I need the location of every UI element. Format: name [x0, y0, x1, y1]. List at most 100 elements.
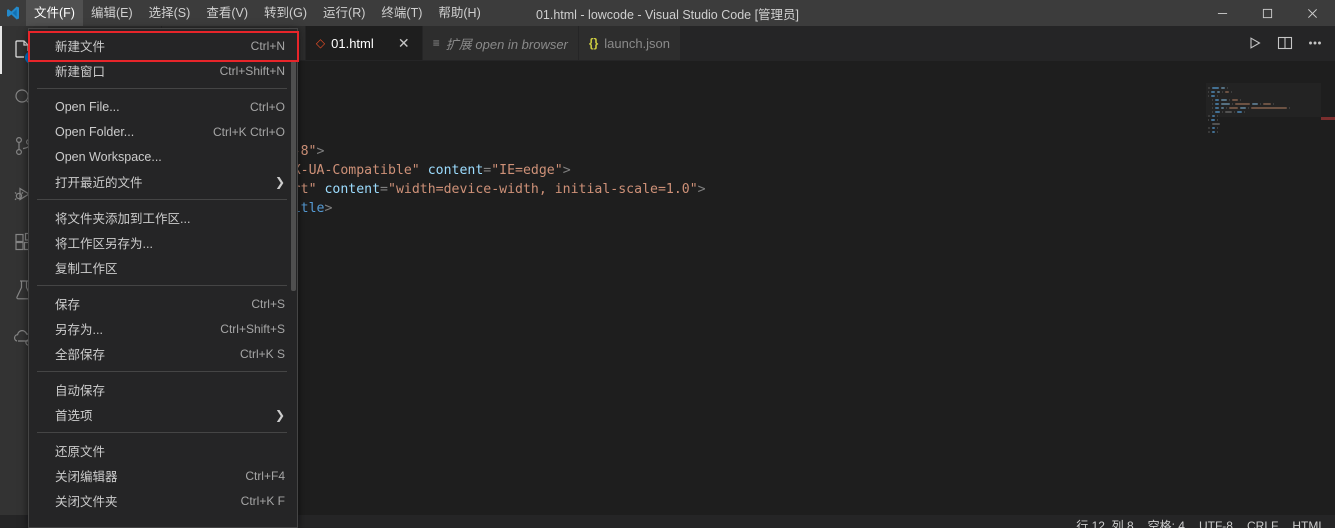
menu-item-label: 关闭文件夹: [55, 495, 118, 509]
more-actions-button[interactable]: [1301, 26, 1329, 61]
menu-item-12[interactable]: 保存 Ctrl+S: [29, 291, 297, 316]
minimap-segment: [1231, 99, 1239, 101]
menu-item-5[interactable]: Open Workspace...: [29, 144, 297, 169]
menu-item-0[interactable]: 新建文件 Ctrl+N: [29, 33, 297, 58]
status-language-mode[interactable]: HTML: [1292, 515, 1325, 528]
play-icon: [1250, 37, 1261, 49]
minimap-segment: [1233, 111, 1236, 113]
minimap-segment: [1212, 103, 1213, 105]
menu-item-6[interactable]: 打开最近的文件 ❯: [29, 169, 297, 194]
menu-separator: [37, 88, 287, 89]
tab-01-html[interactable]: ◇ 01.html ✕: [305, 26, 423, 60]
minimap-segment: [1208, 115, 1210, 117]
menu-item-14[interactable]: 全部保存 Ctrl+K S: [29, 341, 297, 366]
menu-item-9[interactable]: 将工作区另存为...: [29, 230, 297, 255]
minimap-segment: [1237, 111, 1242, 113]
minimap-segment: [1260, 103, 1262, 105]
status-indentation[interactable]: 空格: 4: [1148, 515, 1185, 528]
close-icon[interactable]: ✕: [396, 35, 412, 51]
menu-item-label: 自动保存: [55, 384, 106, 398]
menu-item-3[interactable]: Open File... Ctrl+O: [29, 94, 297, 119]
tab-label: 扩展 open in browser: [445, 36, 568, 52]
minimap-segment: [1243, 111, 1245, 113]
minimap-segment: [1212, 123, 1221, 125]
status-cursor-position[interactable]: 行 12, 列 8: [1076, 515, 1133, 528]
minimap-segment: [1230, 91, 1232, 93]
split-editor-icon: [1277, 36, 1293, 50]
vscode-window: 文件(F) 编辑(E) 选择(S) 查看(V) 转到(G) 运行(R) 终端(T…: [0, 0, 1335, 528]
minimap-segment: [1226, 107, 1228, 109]
menu-item-8[interactable]: 将文件夹添加到工作区...: [29, 205, 297, 230]
code-token: content: [427, 163, 484, 178]
minimize-icon[interactable]: [1200, 0, 1245, 26]
menu-item-19[interactable]: 还原文件: [29, 438, 297, 463]
menu-item-label: 另存为...: [55, 323, 103, 337]
menu-item-shortcut: Ctrl+K Ctrl+O: [212, 124, 285, 139]
menu-separator: [37, 285, 287, 286]
maximize-icon[interactable]: [1245, 0, 1290, 26]
minimap-segment: [1220, 87, 1225, 89]
menu-help[interactable]: 帮助(H): [430, 0, 488, 26]
minimap-segment: [1288, 107, 1290, 109]
status-encoding[interactable]: UTF-8: [1199, 515, 1233, 528]
menu-terminal[interactable]: 终端(T): [373, 0, 430, 26]
status-eol[interactable]: CRLF: [1247, 515, 1278, 528]
close-icon[interactable]: [1290, 0, 1335, 26]
menu-item-20[interactable]: 关闭编辑器 Ctrl+F4: [29, 463, 297, 488]
menu-separator: [37, 199, 287, 200]
minimap-segment: [1208, 87, 1210, 89]
minimap-segment: [1215, 111, 1220, 113]
menu-item-21[interactable]: 关闭文件夹 Ctrl+K F: [29, 488, 297, 513]
ellipsis-icon: [1309, 41, 1321, 45]
menu-edit[interactable]: 编辑(E): [83, 0, 141, 26]
menu-item-16[interactable]: 自动保存: [29, 377, 297, 402]
tab-launch-json[interactable]: {} launch.json: [578, 26, 682, 60]
code-token: content: [324, 182, 381, 197]
minimap-segment: [1220, 99, 1227, 101]
overview-ruler-mark: [1321, 117, 1335, 120]
chevron-right-icon: ❯: [274, 407, 285, 422]
menu-go[interactable]: 转到(G): [256, 0, 315, 26]
menu-item-17[interactable]: 首选项 ❯: [29, 402, 297, 427]
tab-extension-open-in-browser[interactable]: ≡ 扩展 open in browser: [422, 26, 579, 60]
run-file-button[interactable]: [1241, 26, 1269, 61]
minimap-segment: [1263, 103, 1272, 105]
menu-separator: [37, 371, 287, 372]
split-editor-button[interactable]: [1271, 26, 1299, 61]
menu-item-shortcut: Ctrl+Shift+S: [220, 321, 285, 336]
minimap-segment: [1215, 107, 1219, 109]
menu-run[interactable]: 运行(R): [315, 0, 373, 26]
minimap-segment: [1248, 107, 1250, 109]
menu-item-4[interactable]: Open Folder... Ctrl+K Ctrl+O: [29, 119, 297, 144]
code-token: "width=device-width, initial-scale=1.0": [388, 182, 698, 197]
menu-item-1[interactable]: 新建窗口 Ctrl+Shift+N: [29, 58, 297, 83]
editor-scrollbar[interactable]: [1321, 83, 1335, 506]
editor-actions: [1241, 26, 1335, 60]
menu-item-label: 复制工作区: [55, 262, 118, 276]
window-controls[interactable]: [1200, 0, 1335, 26]
minimap-segment: [1222, 91, 1224, 93]
tab-label: launch.json: [604, 35, 671, 51]
menu-file[interactable]: 文件(F): [26, 0, 83, 26]
menu-item-shortcut: Ctrl+O: [249, 99, 285, 114]
minimap-segment: [1240, 99, 1242, 101]
menu-item-10[interactable]: 复制工作区: [29, 255, 297, 280]
minimap-segment: [1226, 87, 1228, 89]
menu-item-label: 首选项: [55, 409, 93, 423]
minimap-line: [1206, 103, 1321, 106]
minimap[interactable]: [1206, 83, 1321, 506]
chevron-right-icon: ❯: [274, 174, 285, 189]
file-menu-dropdown[interactable]: 新建文件 Ctrl+N 新建窗口 Ctrl+Shift+N Open File... Ct…: [28, 28, 298, 528]
code-token: >: [324, 201, 333, 216]
menu-item-shortcut: Ctrl+S: [251, 296, 285, 311]
menu-item-shortcut: Ctrl+K S: [239, 346, 285, 361]
minimap-segment: [1212, 111, 1213, 113]
menu-item-13[interactable]: 另存为... Ctrl+Shift+S: [29, 316, 297, 341]
menu-view[interactable]: 查看(V): [198, 0, 256, 26]
menu-bar[interactable]: 文件(F) 编辑(E) 选择(S) 查看(V) 转到(G) 运行(R) 终端(T…: [26, 0, 489, 26]
menu-item-shortcut: Ctrl+N: [250, 38, 285, 53]
minimap-line: [1206, 119, 1321, 122]
minimap-line: [1206, 99, 1321, 102]
minimap-segment: [1215, 103, 1219, 105]
menu-selection[interactable]: 选择(S): [141, 0, 199, 26]
